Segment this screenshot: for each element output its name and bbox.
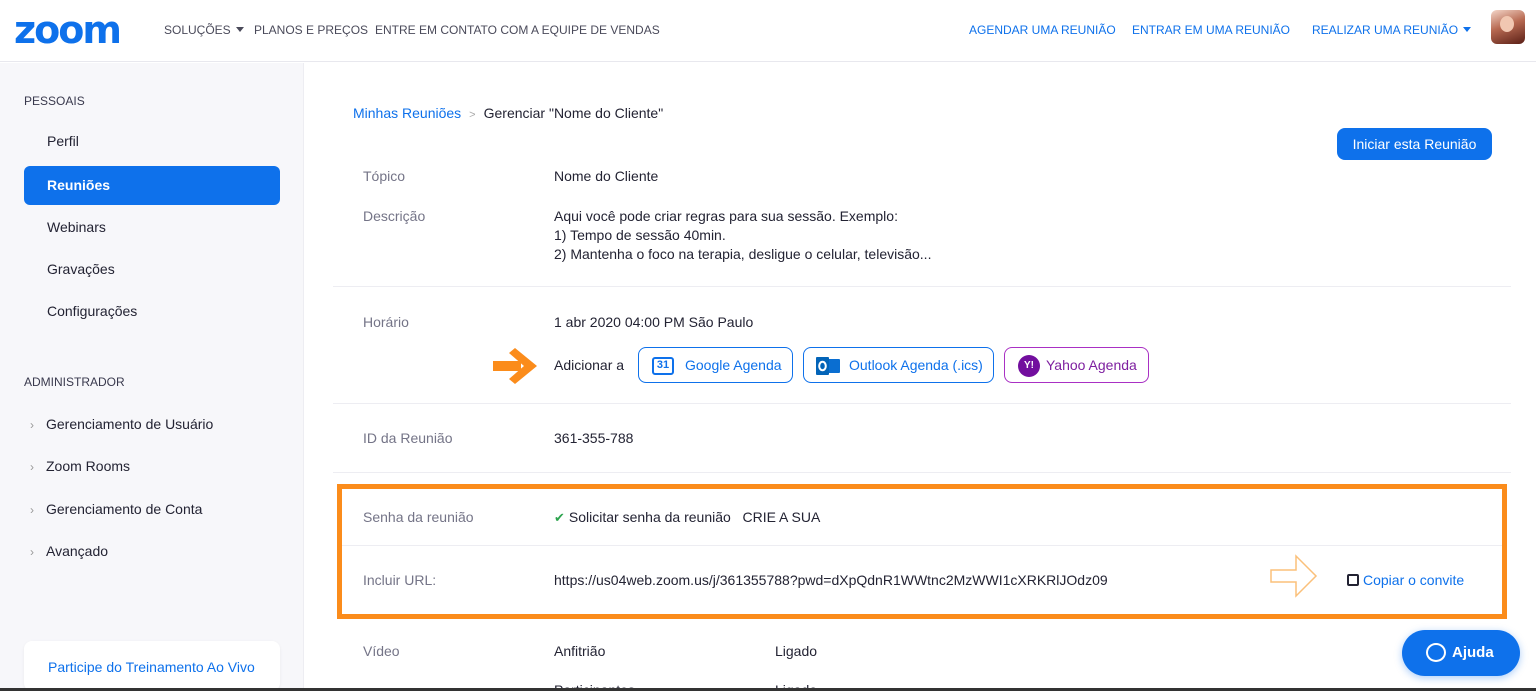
password-label: Senha da reunião bbox=[363, 509, 474, 525]
yahoo-icon: Y! bbox=[1018, 355, 1040, 377]
video-label: Vídeo bbox=[363, 643, 400, 659]
divider bbox=[333, 472, 1511, 473]
video-host-status: Ligado bbox=[775, 643, 818, 659]
description-label: Descrição bbox=[363, 208, 426, 224]
outlook-calendar-label: Outlook Agenda (.ics) bbox=[849, 357, 983, 373]
video-host-label: Anfitrião bbox=[554, 643, 606, 659]
breadcrumb-separator: > bbox=[469, 109, 476, 121]
add-to-calendar-label: Adicionar a bbox=[554, 357, 625, 373]
chevron-down-icon bbox=[235, 27, 244, 32]
top-navigation: zoom SOLUÇÕES PLANOS E PREÇOS ENTRE EM C… bbox=[0, 0, 1536, 62]
divider bbox=[333, 403, 1511, 404]
nav-contato-vendas[interactable]: ENTRE EM CONTATO COM A EQUIPE DE VENDAS bbox=[375, 23, 660, 37]
nav-agendar-reuniao[interactable]: AGENDAR UMA REUNIÃO bbox=[969, 23, 1116, 37]
share-icon bbox=[1347, 574, 1359, 586]
breadcrumb-minhas-reunioes[interactable]: Minhas Reuniões bbox=[353, 105, 461, 121]
google-calendar-icon: 31 bbox=[652, 357, 674, 375]
sidebar-section-admin: ADMINISTRADOR bbox=[24, 375, 125, 389]
nav-solucoes-label: SOLUÇÕES bbox=[164, 23, 231, 37]
google-calendar-label: Google Agenda bbox=[685, 357, 782, 373]
sidebar-item-label: Gerenciamento de Conta bbox=[46, 501, 203, 517]
nav-planos-precos[interactable]: PLANOS E PREÇOS bbox=[254, 23, 368, 37]
chevron-right-icon: › bbox=[30, 460, 34, 474]
sidebar-item-perfil[interactable]: Perfil bbox=[24, 122, 280, 161]
chat-bubble-icon bbox=[1426, 643, 1446, 662]
chevron-right-icon: › bbox=[30, 545, 34, 559]
highlight-box bbox=[337, 484, 1507, 619]
outlook-calendar-button[interactable]: Outlook Agenda (.ics) bbox=[803, 347, 994, 383]
description-line-2: 1) Tempo de sessão 40min. bbox=[554, 227, 726, 243]
sidebar-item-avancado[interactable]: › Avançado bbox=[30, 543, 108, 559]
invite-url-label: Incluir URL: bbox=[363, 572, 437, 588]
time-value: 1 abr 2020 04:00 PM São Paulo bbox=[554, 314, 754, 330]
sidebar-item-zoom-rooms[interactable]: › Zoom Rooms bbox=[30, 458, 130, 474]
divider bbox=[342, 545, 1502, 546]
sidebar-item-label: Zoom Rooms bbox=[46, 458, 131, 474]
yahoo-calendar-label: Yahoo Agenda bbox=[1046, 357, 1137, 373]
outlook-icon bbox=[816, 357, 840, 375]
password-note: CRIE A SUA bbox=[742, 509, 821, 525]
google-calendar-button[interactable]: 31 Google Agenda bbox=[638, 347, 793, 383]
sidebar-item-webinars[interactable]: Webinars bbox=[24, 208, 280, 247]
nav-realizar-reuniao-label: REALIZAR UMA REUNIÃO bbox=[1312, 23, 1459, 37]
copy-invite-label: Copiar o convite bbox=[1363, 572, 1465, 588]
time-label: Horário bbox=[363, 314, 409, 330]
password-value: ✔ Solicitar senha da reunião CRIE A SUA bbox=[554, 508, 820, 527]
divider bbox=[333, 286, 1511, 287]
sidebar-item-label: Avançado bbox=[46, 543, 109, 559]
nav-realizar-reuniao[interactable]: REALIZAR UMA REUNIÃO bbox=[1312, 23, 1472, 37]
sidebar-item-gerenciamento-usuario[interactable]: › Gerenciamento de Usuário bbox=[30, 416, 213, 432]
invite-url-value: https://us04web.zoom.us/j/361355788?pwd=… bbox=[554, 572, 1108, 588]
breadcrumb: Minhas Reuniões > Gerenciar "Nome do Clien… bbox=[353, 105, 663, 121]
copy-invite-link[interactable]: Copiar o convite bbox=[1347, 572, 1464, 588]
sidebar: PESSOAIS Perfil Reuniões Webinars Gravaç… bbox=[0, 63, 304, 691]
chevron-down-icon bbox=[1463, 27, 1472, 32]
chevron-right-icon: › bbox=[30, 418, 34, 432]
breadcrumb-current: Gerenciar "Nome do Cliente" bbox=[483, 105, 664, 121]
arrow-right-icon bbox=[1270, 554, 1318, 598]
yahoo-calendar-button[interactable]: Y! Yahoo Agenda bbox=[1004, 347, 1149, 383]
zoom-logo[interactable]: zoom bbox=[14, 10, 122, 50]
topic-value: Nome do Cliente bbox=[554, 168, 659, 184]
help-button[interactable]: Ajuda bbox=[1402, 630, 1520, 676]
sidebar-item-label: Gerenciamento de Usuário bbox=[46, 416, 214, 432]
password-required-text: Solicitar senha da reunião bbox=[568, 509, 731, 525]
chevron-right-icon: › bbox=[30, 503, 34, 517]
sidebar-section-personal: PESSOAIS bbox=[24, 94, 85, 108]
start-meeting-button[interactable]: Iniciar esta Reunião bbox=[1337, 128, 1492, 160]
sidebar-item-gerenciamento-conta[interactable]: › Gerenciamento de Conta bbox=[30, 501, 202, 517]
nav-solucoes[interactable]: SOLUÇÕES bbox=[164, 23, 244, 37]
training-link[interactable]: Participe do Treinamento Ao Vivo bbox=[24, 641, 280, 691]
topic-label: Tópico bbox=[363, 168, 406, 184]
avatar[interactable] bbox=[1491, 10, 1525, 44]
sidebar-item-gravacoes[interactable]: Gravações bbox=[24, 250, 280, 289]
help-button-label: Ajuda bbox=[1452, 644, 1494, 661]
sidebar-item-configuracoes[interactable]: Configurações bbox=[24, 292, 280, 331]
nav-entrar-reuniao[interactable]: ENTRAR EM UMA REUNIÃO bbox=[1132, 23, 1290, 37]
meeting-id-value: 361-355-788 bbox=[554, 430, 634, 446]
description-line-1: Aqui você pode criar regras para sua ses… bbox=[554, 208, 898, 224]
arrow-right-icon bbox=[493, 348, 537, 384]
check-icon: ✔ bbox=[554, 510, 565, 525]
sidebar-item-reunioes[interactable]: Reuniões bbox=[24, 166, 280, 205]
meeting-id-label: ID da Reunião bbox=[363, 430, 453, 446]
description-line-3: 2) Mantenha o foco na terapia, desligue … bbox=[554, 246, 932, 262]
